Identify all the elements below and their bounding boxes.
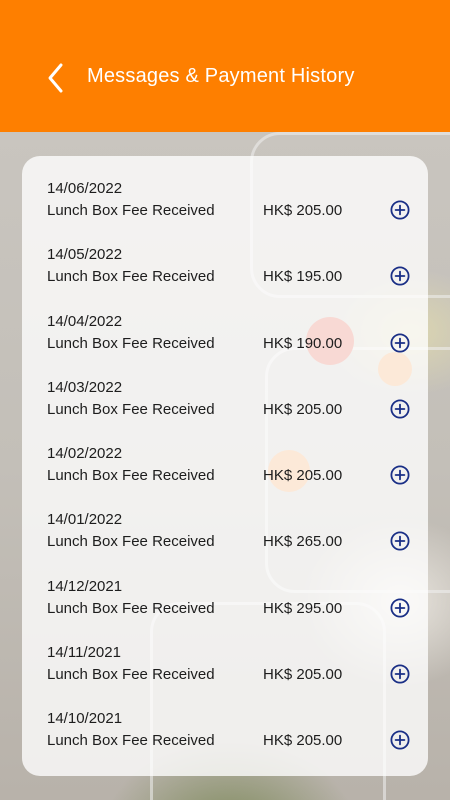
payment-amount: HK$ 295.00 [263, 599, 343, 617]
plus-circle-icon [390, 664, 410, 684]
payment-description: Lunch Box Fee Received [47, 599, 215, 617]
payment-date: 14/03/2022 [47, 378, 123, 396]
list-item[interactable]: 14/11/2021 Lunch Box Fee Received HK$ 205.… [22, 628, 428, 688]
payment-description: Lunch Box Fee Received [47, 467, 215, 484]
expand-details-button[interactable] [390, 730, 410, 750]
plus-circle-icon [390, 465, 410, 485]
payment-amount: HK$ 205.00 [263, 665, 343, 683]
payment-description: Lunch Box Fee Received [47, 268, 215, 286]
expand-details-button[interactable] [390, 266, 410, 286]
payment-history-list: 14/06/2022 Lunch Box Fee Received HK$ 205.… [22, 156, 428, 776]
back-button[interactable] [40, 58, 76, 98]
list-item[interactable]: 14/10/2021 Lunch Box Fee Received HK$ 205.… [22, 694, 428, 754]
payment-description: Lunch Box Fee Received [47, 533, 215, 551]
payment-date: 14/06/2022 [47, 180, 123, 197]
payment-amount: HK$ 205.00 [263, 400, 343, 418]
list-item[interactable]: 14/12/2021 Lunch Box Fee Received HK$ 295.… [22, 562, 428, 622]
payment-amount: HK$ 265.00 [263, 533, 343, 551]
payment-amount: HK$ 205.00 [263, 202, 343, 219]
plus-circle-icon [390, 531, 410, 551]
payment-amount: HK$ 195.00 [263, 268, 343, 286]
payment-date: 14/11/2021 [47, 643, 121, 661]
plus-circle-icon [390, 597, 410, 618]
plus-circle-icon [390, 399, 410, 419]
app-header: Messages & Payment History [0, 0, 450, 132]
list-item[interactable]: 14/01/2022 Lunch Box Fee Received HK$ 265.… [22, 495, 428, 555]
expand-details-button[interactable] [390, 664, 410, 684]
payment-date: 14/04/2022 [47, 312, 123, 330]
payment-date: 14/12/2021 [47, 577, 123, 595]
payment-amount: HK$ 205.00 [263, 467, 343, 484]
expand-details-button[interactable] [390, 597, 410, 618]
plus-circle-icon [390, 266, 410, 286]
payment-description: Lunch Box Fee Received [47, 400, 215, 418]
payment-date: 14/05/2022 [47, 246, 123, 264]
list-item[interactable]: 14/05/2022 Lunch Box Fee Received HK$ 195.… [22, 230, 428, 290]
plus-circle-icon [390, 730, 410, 750]
list-item[interactable]: 14/06/2022 Lunch Box Fee Received HK$ 205.… [22, 164, 428, 224]
payment-date: 14/01/2022 [47, 511, 123, 529]
plus-circle-icon [390, 332, 410, 353]
payment-description: Lunch Box Fee Received [47, 732, 215, 749]
expand-details-button[interactable] [390, 465, 410, 485]
payment-date: 14/10/2021 [47, 710, 123, 727]
plus-circle-icon [390, 200, 410, 220]
chevron-left-icon [48, 63, 63, 93]
list-item[interactable]: 14/02/2022 Lunch Box Fee Received HK$ 205.… [22, 429, 428, 489]
page-title: Messages & Payment History [87, 65, 355, 87]
payment-amount: HK$ 190.00 [263, 334, 343, 352]
expand-details-button[interactable] [390, 200, 410, 220]
payment-amount: HK$ 205.00 [263, 732, 343, 749]
payment-description: Lunch Box Fee Received [47, 665, 215, 683]
payment-description: Lunch Box Fee Received [47, 202, 215, 219]
expand-details-button[interactable] [390, 531, 410, 551]
payment-date: 14/02/2022 [47, 445, 123, 462]
expand-details-button[interactable] [390, 332, 410, 353]
list-item[interactable]: 14/03/2022 Lunch Box Fee Received HK$ 205.… [22, 363, 428, 423]
expand-details-button[interactable] [390, 399, 410, 419]
list-item[interactable]: 14/04/2022 Lunch Box Fee Received HK$ 190.… [22, 297, 428, 357]
payment-description: Lunch Box Fee Received [47, 334, 215, 352]
